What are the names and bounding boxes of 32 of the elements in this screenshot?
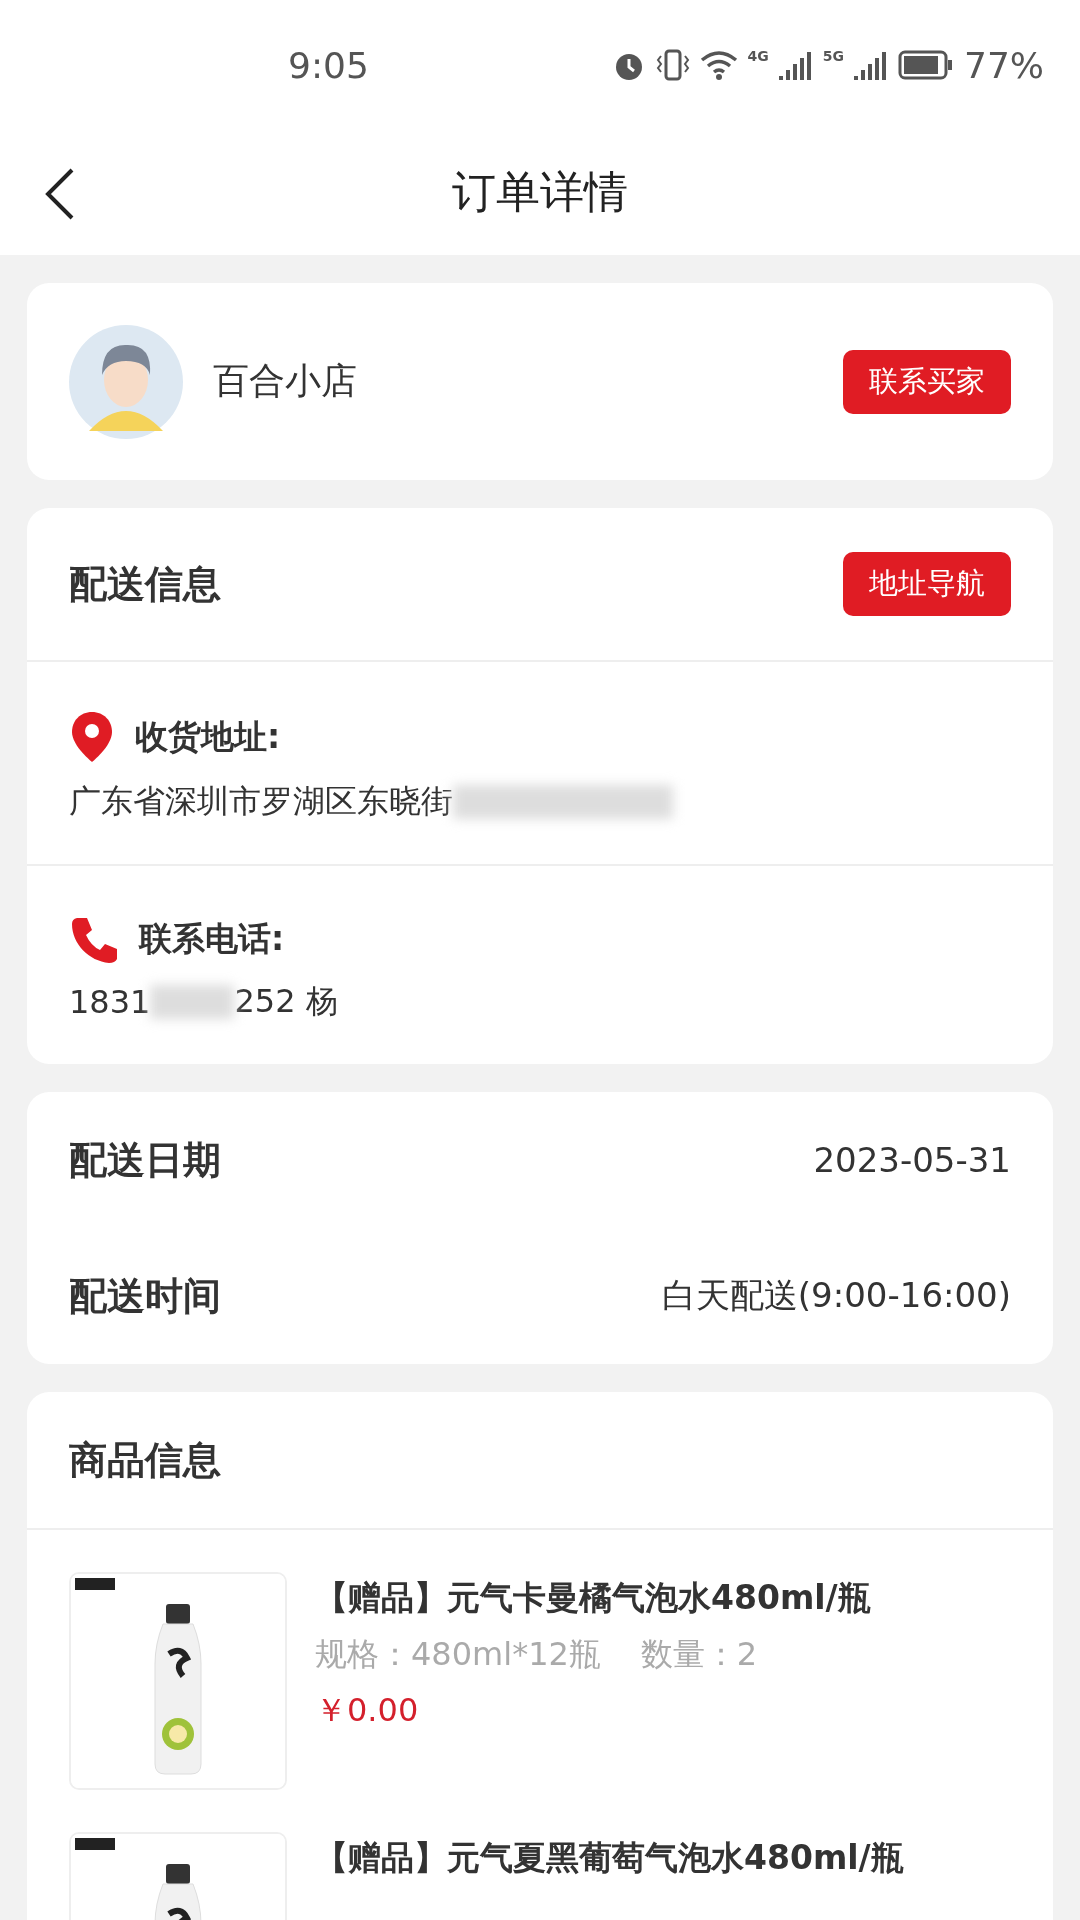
address-text: 广东省深圳市罗湖区东晓街 bbox=[69, 781, 453, 822]
avatar-icon bbox=[69, 324, 183, 439]
section-title: 配送信息 bbox=[69, 560, 222, 608]
address-label: 收货地址: bbox=[135, 715, 281, 758]
contact-buyer-button[interactable]: 联系买家 bbox=[843, 349, 1011, 414]
battery-percent: 77% bbox=[964, 44, 1044, 86]
section-title: 商品信息 bbox=[69, 1436, 222, 1484]
status-time: 9:05 bbox=[288, 44, 370, 86]
product-spec: 规格：480ml*12瓶 bbox=[315, 1634, 601, 1675]
signal-icon bbox=[778, 50, 813, 80]
location-pin-icon bbox=[69, 710, 115, 764]
signal-icon bbox=[854, 50, 888, 80]
wifi-icon bbox=[699, 49, 738, 81]
schedule-label: 配送时间 bbox=[69, 1272, 222, 1320]
product-quantity: 数量：2 bbox=[640, 1634, 758, 1675]
schedule-value: 白天配送(9:00-16:00) bbox=[661, 1274, 1011, 1317]
vibrate-icon bbox=[655, 48, 690, 82]
product-name: 【赠品】元气夏黑葡萄气泡水480ml/瓶 bbox=[315, 1837, 904, 1879]
phone-number: 252 杨 bbox=[234, 981, 338, 1022]
back-icon[interactable] bbox=[44, 168, 76, 220]
phone-label: 联系电话: bbox=[139, 917, 285, 960]
shop-name: 百合小店 bbox=[213, 359, 358, 403]
page-title: 订单详情 bbox=[452, 165, 628, 219]
battery-icon bbox=[898, 50, 954, 80]
product-name: 【赠品】元气卡曼橘气泡水480ml/瓶 bbox=[315, 1577, 871, 1619]
navigate-button[interactable]: 地址导航 bbox=[843, 552, 1011, 616]
schedule-value: 2023-05-31 bbox=[813, 1140, 1011, 1180]
network-label: 4G bbox=[747, 48, 769, 64]
network-label: 5G bbox=[822, 48, 844, 64]
product-price: ￥0.00 bbox=[315, 1690, 420, 1731]
schedule-label: 配送日期 bbox=[69, 1136, 222, 1184]
phone-number: 1831 bbox=[69, 983, 151, 1021]
